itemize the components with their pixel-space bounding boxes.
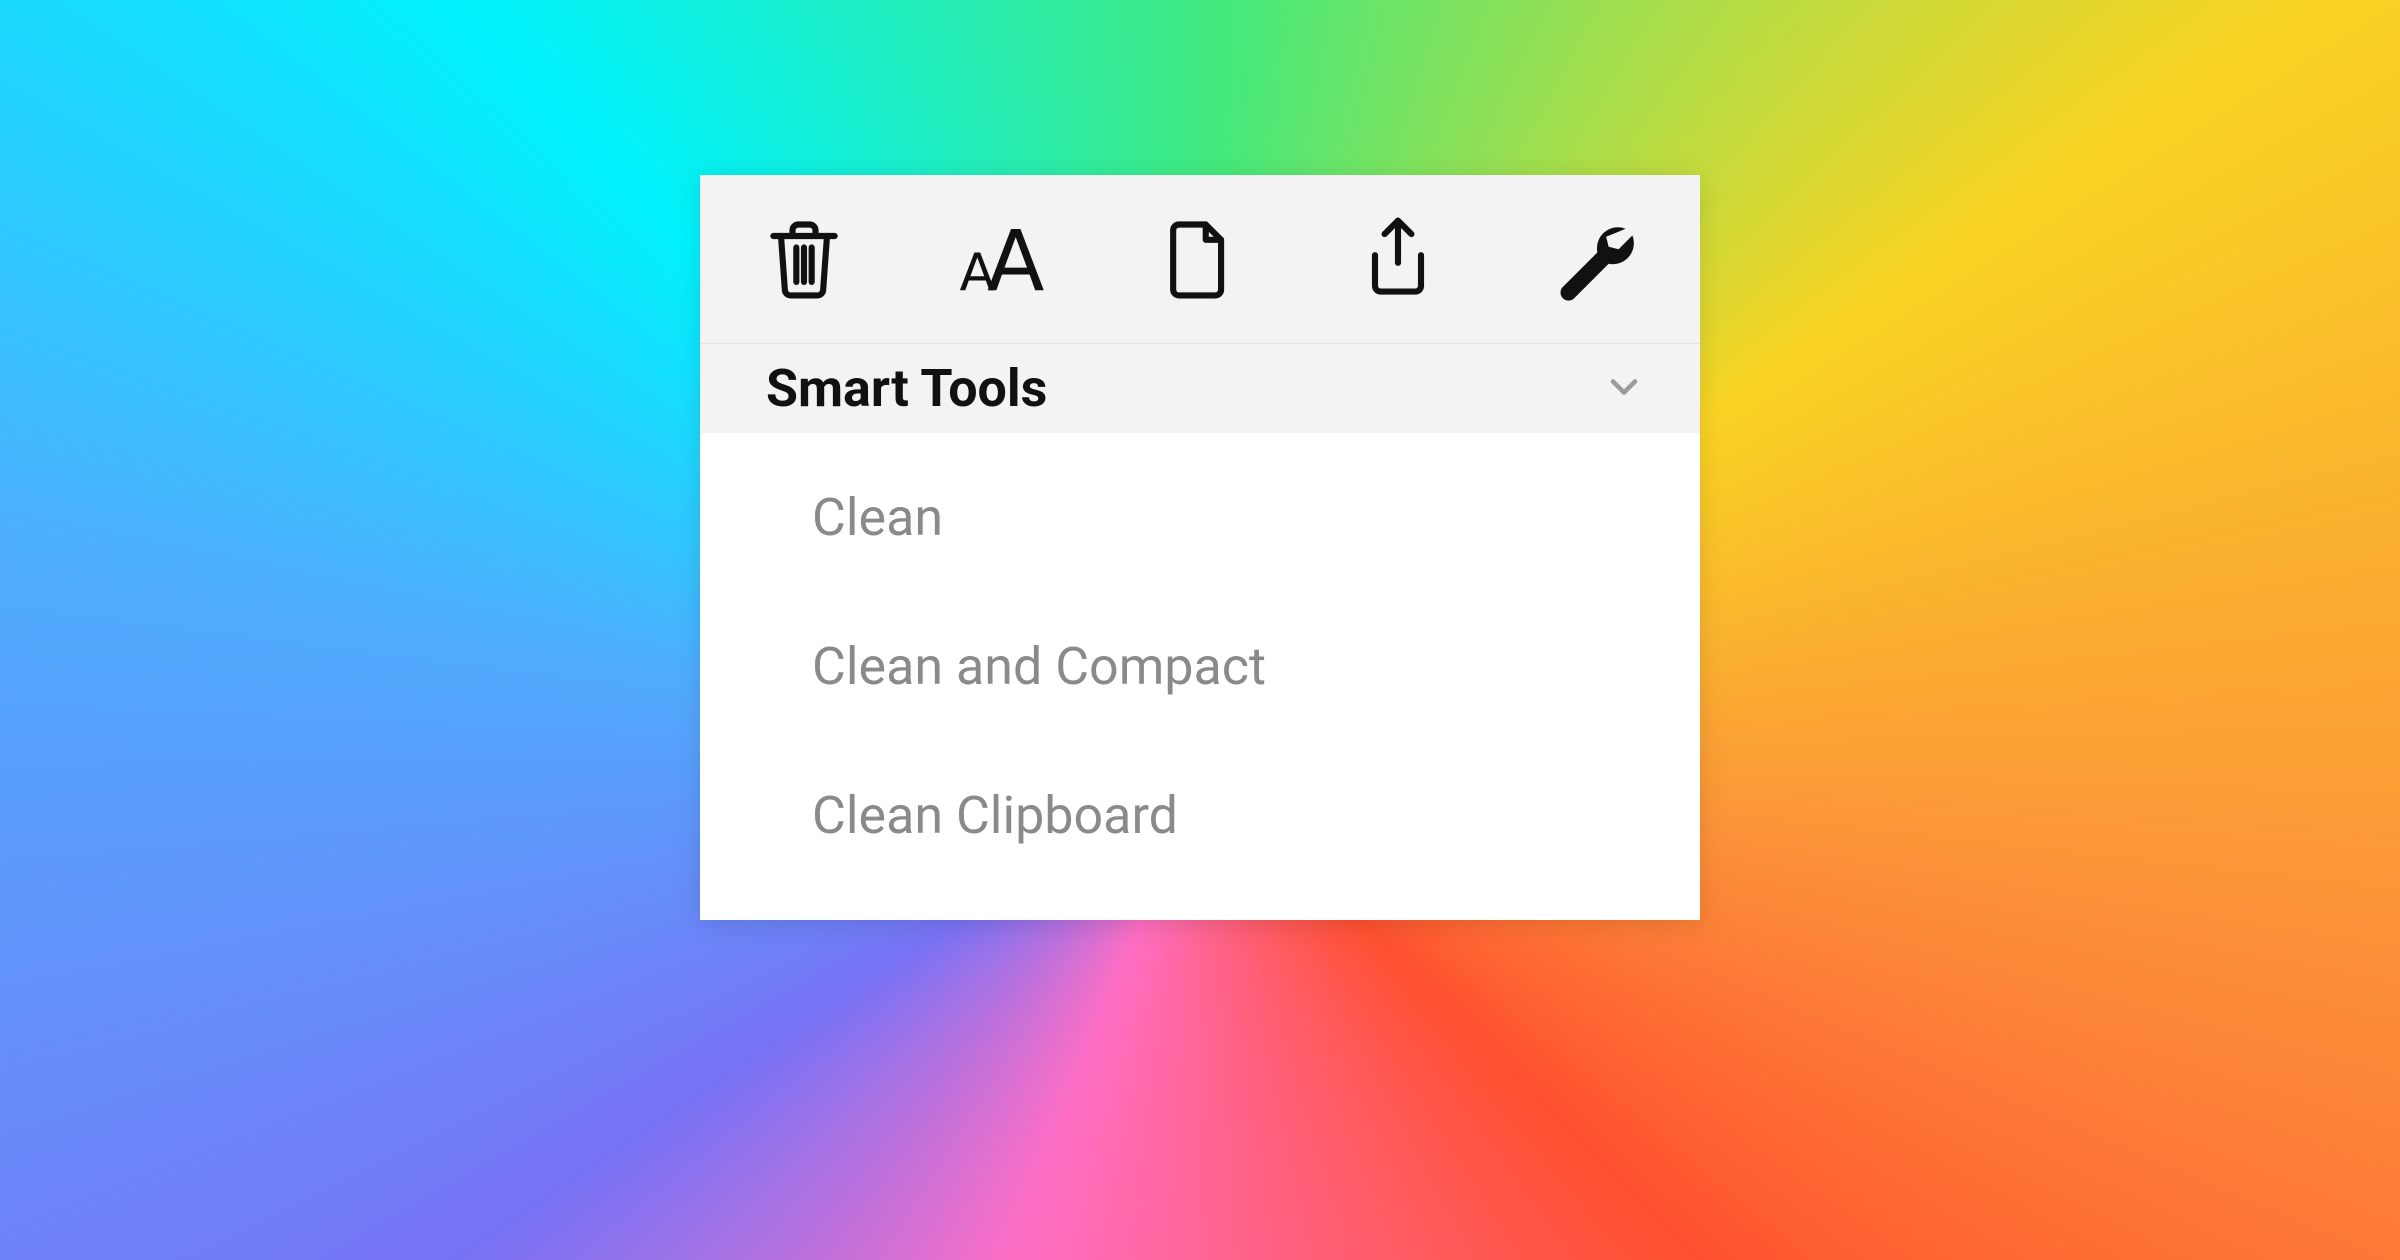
list-item-label: Clean xyxy=(812,487,943,548)
trash-button[interactable] xyxy=(744,201,864,321)
document-button[interactable] xyxy=(1140,201,1260,321)
tools-button[interactable] xyxy=(1536,201,1656,321)
list-item-label: Clean Clipboard xyxy=(812,785,1178,846)
wrench-icon xyxy=(1550,213,1642,309)
section-title: Smart Tools xyxy=(766,358,1047,419)
tools-panel: AA xyxy=(700,175,1700,920)
chevron-down-icon xyxy=(1602,365,1646,413)
toolbar: AA xyxy=(700,175,1700,343)
list-item-label: Clean and Compact xyxy=(812,636,1266,697)
trash-icon xyxy=(758,213,850,309)
text-size-button[interactable]: AA xyxy=(942,201,1062,321)
share-button[interactable] xyxy=(1338,201,1458,321)
document-icon xyxy=(1154,213,1246,309)
list-item[interactable]: Clean xyxy=(700,443,1700,592)
list-item[interactable]: Clean and Compact xyxy=(700,592,1700,741)
list-item[interactable]: Clean Clipboard xyxy=(700,741,1700,890)
share-icon xyxy=(1352,213,1444,309)
section-header[interactable]: Smart Tools xyxy=(700,343,1700,433)
text-size-icon: AA xyxy=(959,219,1044,303)
tools-list: Clean Clean and Compact Clean Clipboard xyxy=(700,433,1700,920)
